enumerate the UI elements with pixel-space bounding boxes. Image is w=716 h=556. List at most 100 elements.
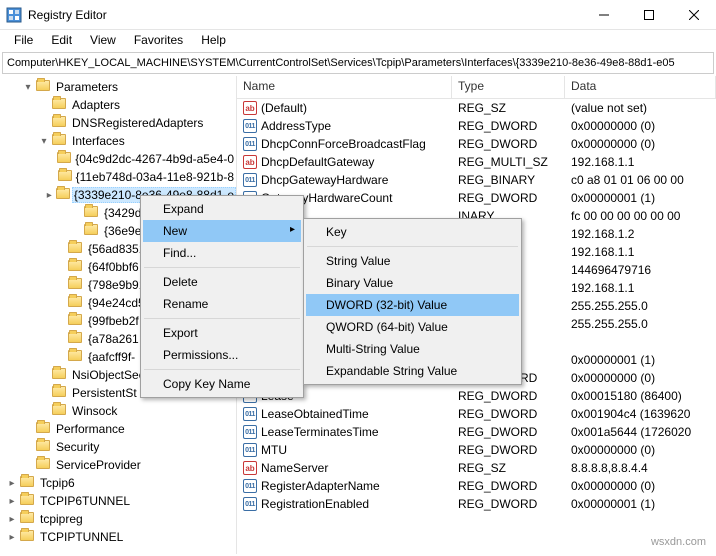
value-data: c0 a8 01 01 06 00 00 <box>565 173 716 187</box>
ctx-new-string[interactable]: String Value <box>306 250 519 272</box>
tree-label: tcpipreg <box>38 512 85 526</box>
value-name: LeaseTerminatesTime <box>261 425 379 439</box>
ctx-permissions[interactable]: Permissions... <box>143 344 301 366</box>
list-row[interactable]: MTUREG_DWORD0x00000000 (0) <box>237 441 716 459</box>
list-row[interactable]: LeaseREG_DWORD0x00015180 (86400) <box>237 387 716 405</box>
tree-toggle-icon[interactable]: ▸ <box>43 190 56 201</box>
dword-value-icon <box>243 479 257 493</box>
folder-icon <box>58 170 72 184</box>
tree-node[interactable]: {11eb748d-03a4-11e8-921b-8 <box>0 168 236 186</box>
value-type: REG_DWORD <box>452 443 565 457</box>
close-button[interactable] <box>671 0 716 29</box>
menu-edit[interactable]: Edit <box>43 31 80 49</box>
column-header-type[interactable]: Type <box>452 76 565 98</box>
string-value-icon <box>243 101 257 115</box>
list-row[interactable]: RegisterAdapterNameREG_DWORD0x00000000 (… <box>237 477 716 495</box>
folder-icon <box>57 152 71 166</box>
ctx-delete[interactable]: Delete <box>143 271 301 293</box>
tree-node[interactable]: ▾Parameters <box>0 78 236 96</box>
folder-icon <box>20 530 36 544</box>
menu-help[interactable]: Help <box>193 31 234 49</box>
value-type: REG_DWORD <box>452 497 565 511</box>
tree-label: {04c9d2dc-4267-4b9d-a5e4-0 <box>73 152 236 166</box>
address-bar[interactable]: Computer\HKEY_LOCAL_MACHINE\SYSTEM\Curre… <box>2 52 714 74</box>
list-row[interactable]: RegistrationEnabledREG_DWORD0x00000001 (… <box>237 495 716 513</box>
dword-value-icon <box>243 443 257 457</box>
app-icon <box>6 7 22 23</box>
tree-label: Security <box>54 440 101 454</box>
value-name: RegistrationEnabled <box>261 497 369 511</box>
ctx-copy-key-name[interactable]: Copy Key Name <box>143 373 301 395</box>
tree-node[interactable]: ▸ Tcpip6 <box>0 474 236 492</box>
list-row[interactable]: AddressTypeREG_DWORD0x00000000 (0) <box>237 117 716 135</box>
list-row[interactable]: LeaseTerminatesTimeREG_DWORD0x001a5644 (… <box>237 423 716 441</box>
ctx-new-expandable-string[interactable]: Expandable String Value <box>306 360 519 382</box>
list-row[interactable]: (Default)REG_SZ(value not set) <box>237 99 716 117</box>
value-data: 192.168.1.2 <box>565 227 716 241</box>
folder-icon <box>84 206 100 220</box>
ctx-new-multi-string[interactable]: Multi-String Value <box>306 338 519 360</box>
menu-favorites[interactable]: Favorites <box>126 31 191 49</box>
tree-toggle-icon[interactable]: ▸ <box>4 496 20 507</box>
menu-file[interactable]: File <box>6 31 41 49</box>
ctx-new-binary[interactable]: Binary Value <box>306 272 519 294</box>
tree-toggle-icon[interactable]: ▸ <box>4 532 20 543</box>
context-menu-new: Key String Value Binary Value DWORD (32-… <box>303 218 522 385</box>
tree-label: {94e24cd5 <box>86 296 147 310</box>
tree-node[interactable]: Adapters <box>0 96 236 114</box>
column-header-name[interactable]: Name <box>237 76 452 98</box>
tree-label: DNSRegisteredAdapters <box>70 116 205 130</box>
list-row[interactable]: DhcpDefaultGatewayREG_MULTI_SZ192.168.1.… <box>237 153 716 171</box>
value-data: 0x00000001 (1) <box>565 191 716 205</box>
folder-icon <box>52 98 68 112</box>
ctx-expand[interactable]: Expand <box>143 198 301 220</box>
ctx-new-dword[interactable]: DWORD (32-bit) Value <box>306 294 519 316</box>
value-type: REG_DWORD <box>452 191 565 205</box>
tree-label: {56ad8351 <box>86 242 147 256</box>
tree-toggle-icon[interactable]: ▾ <box>36 136 52 147</box>
tree-node[interactable]: Winsock <box>0 402 236 420</box>
list-row[interactable]: NameServerREG_SZ8.8.8.8,8.8.4.4 <box>237 459 716 477</box>
menu-view[interactable]: View <box>82 31 124 49</box>
tree-node[interactable]: Performance <box>0 420 236 438</box>
list-row[interactable]: LeaseObtainedTimeREG_DWORD0x001904c4 (16… <box>237 405 716 423</box>
tree-toggle-icon[interactable]: ▸ <box>4 514 20 525</box>
ctx-find[interactable]: Find... <box>143 242 301 264</box>
column-header-data[interactable]: Data <box>565 76 716 98</box>
tree-node[interactable]: ▸TCPIPTUNNEL <box>0 528 236 546</box>
tree-node[interactable]: DNSRegisteredAdapters <box>0 114 236 132</box>
tree-toggle-icon[interactable]: ▾ <box>20 82 36 93</box>
folder-icon <box>20 512 36 526</box>
minimize-button[interactable] <box>581 0 626 29</box>
ctx-new-key[interactable]: Key <box>306 221 519 243</box>
tree-node[interactable]: ▾Interfaces <box>0 132 236 150</box>
value-data: 0x00000000 (0) <box>565 479 716 493</box>
tree-toggle-icon[interactable]: ▸ <box>4 478 20 489</box>
tree-node[interactable]: {04c9d2dc-4267-4b9d-a5e4-0 <box>0 150 236 168</box>
tree-label: Tcpip6 <box>38 476 77 490</box>
maximize-button[interactable] <box>626 0 671 29</box>
value-type: REG_DWORD <box>452 425 565 439</box>
tree-label: NsiObjectSec <box>70 368 147 382</box>
value-data: 192.168.1.1 <box>565 155 716 169</box>
list-row[interactable]: DhcpConnForceBroadcastFlagREG_DWORD0x000… <box>237 135 716 153</box>
value-type: REG_SZ <box>452 101 565 115</box>
list-row[interactable]: DhcpGatewayHardwareREG_BINARYc0 a8 01 01… <box>237 171 716 189</box>
ctx-new-qword[interactable]: QWORD (64-bit) Value <box>306 316 519 338</box>
tree-node[interactable]: ▸TCPIP6TUNNEL <box>0 492 236 510</box>
tree-node[interactable]: Security <box>0 438 236 456</box>
tree-node[interactable]: ServiceProvider <box>0 456 236 474</box>
ctx-rename[interactable]: Rename <box>143 293 301 315</box>
value-data: 255.255.255.0 <box>565 317 716 331</box>
dword-value-icon <box>243 497 257 511</box>
folder-icon <box>36 458 52 472</box>
value-name: DhcpGatewayHardware <box>261 173 388 187</box>
tree-node[interactable]: ▸ tcpipreg <box>0 510 236 528</box>
ctx-export[interactable]: Export <box>143 322 301 344</box>
ctx-separator <box>144 369 300 370</box>
ctx-new[interactable]: New <box>143 220 301 242</box>
list-header: Name Type Data <box>237 76 716 99</box>
dword-value-icon <box>243 119 257 133</box>
tree-label: {798e9b91 <box>86 278 147 292</box>
list-row[interactable]: GatewayHardwareCountREG_DWORD0x00000001 … <box>237 189 716 207</box>
